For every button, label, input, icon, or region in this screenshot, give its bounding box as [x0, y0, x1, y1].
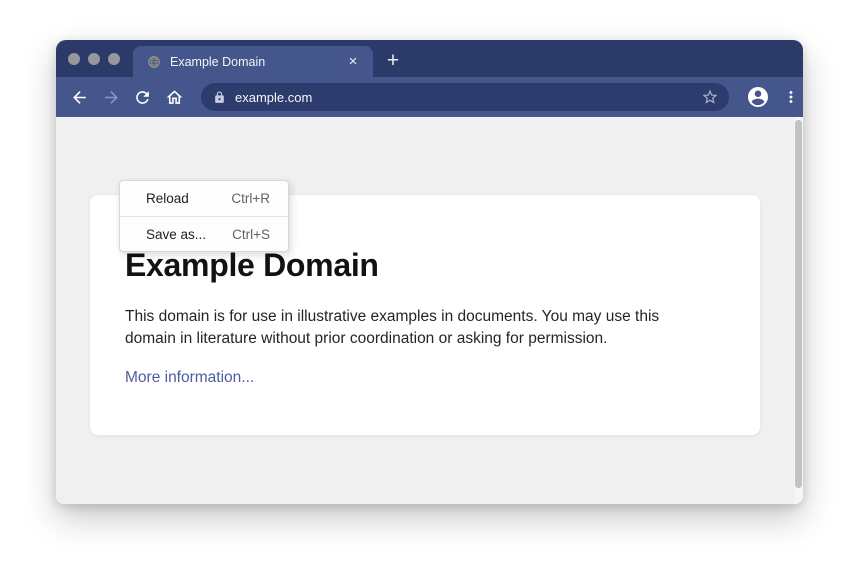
scrollbar-track[interactable] [794, 117, 803, 504]
new-tab-button[interactable]: + [380, 48, 406, 74]
tab-close-icon[interactable]: × [345, 54, 361, 70]
profile-button[interactable] [745, 84, 771, 110]
browser-menu-button[interactable] [779, 85, 803, 109]
bookmark-star-icon[interactable] [701, 88, 719, 106]
page-viewport: Example Domain This domain is for use in… [56, 117, 803, 504]
home-icon [165, 88, 184, 107]
browser-toolbar: example.com [56, 77, 803, 117]
three-dots-icon [782, 88, 800, 106]
browser-window: Example Domain × + [56, 40, 803, 504]
tab-title: Example Domain [170, 55, 345, 69]
back-arrow-icon [70, 88, 89, 107]
forward-arrow-icon [102, 88, 121, 107]
menu-item-shortcut: Ctrl+S [232, 227, 270, 242]
url-text: example.com [235, 90, 701, 105]
reload-button[interactable] [127, 82, 157, 112]
page-title: Example Domain [125, 247, 379, 284]
context-menu-item-reload[interactable]: Reload Ctrl+R [120, 181, 288, 216]
address-bar[interactable]: example.com [201, 83, 729, 111]
page-body-text: This domain is for use in illustrative e… [125, 306, 713, 350]
menu-item-shortcut: Ctrl+R [231, 191, 270, 206]
home-button[interactable] [159, 82, 189, 112]
context-menu-item-save-as[interactable]: Save as... Ctrl+S [120, 216, 288, 251]
lock-icon [213, 91, 226, 104]
context-menu: Reload Ctrl+R Save as... Ctrl+S [119, 180, 289, 252]
tab-strip: Example Domain × + [56, 40, 803, 77]
forward-button[interactable] [96, 82, 126, 112]
window-zoom-button[interactable] [108, 53, 120, 65]
back-button[interactable] [64, 82, 94, 112]
menu-item-label: Reload [146, 191, 231, 206]
reload-icon [133, 88, 152, 107]
scrollbar-thumb[interactable] [795, 120, 802, 488]
window-minimize-button[interactable] [88, 53, 100, 65]
avatar-icon [746, 85, 770, 109]
tab-example-domain[interactable]: Example Domain × [133, 46, 373, 77]
menu-item-label: Save as... [146, 227, 232, 242]
window-close-button[interactable] [68, 53, 80, 65]
more-information-link[interactable]: More information... [125, 369, 254, 387]
globe-favicon-icon [147, 55, 161, 69]
